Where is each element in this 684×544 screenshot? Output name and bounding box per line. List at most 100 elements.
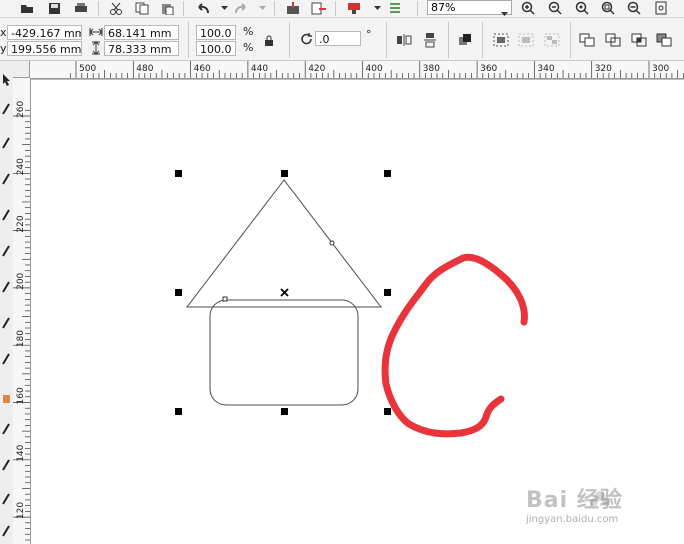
undo-icon[interactable] [195,0,211,16]
height-field[interactable]: 78.333 mm [104,41,179,56]
zoom-tool-icon[interactable] [0,171,13,187]
zoom-out-icon[interactable] [547,0,563,16]
ruler-tick-label: 500 [79,64,96,74]
ungroup-icon[interactable] [518,32,534,48]
ruler-tick-label: 180 [16,330,26,347]
zoom-level-value: 87% [431,1,456,14]
fill-tool-icon[interactable] [0,391,13,407]
eyedropper-tool-icon[interactable] [0,491,13,507]
zoom-in-icon[interactable] [520,0,536,16]
zoom-width-icon[interactable] [626,0,642,16]
lock-ratio-icon[interactable] [261,33,277,49]
scale-x-unit: % [243,25,254,38]
selection-handle-middle-left[interactable] [175,289,182,296]
ruler-tick-label: 140 [16,444,26,461]
mesh-fill-tool-icon[interactable] [0,523,13,539]
width-field[interactable]: 68.141 mm [104,25,179,40]
ruler-tick-label: 300 [652,64,669,74]
drawing-canvas[interactable] [31,79,684,544]
options-icon[interactable] [387,0,403,16]
crop-tool-icon[interactable] [0,135,13,151]
pick-tool-icon[interactable] [0,71,13,87]
paste-icon[interactable] [159,0,175,16]
export-icon[interactable] [311,0,327,16]
redo-icon[interactable] [233,0,249,16]
publish-icon[interactable] [346,0,362,16]
position-y-field[interactable]: 199.556 mm [7,41,82,56]
rectangle-tool-icon[interactable] [0,279,13,295]
shape-tool-icon[interactable] [0,101,13,117]
ruler-tick-label: 160 [16,387,26,404]
ruler-tick-label: 320 [595,64,612,74]
rounded-rectangle-shape[interactable] [209,299,359,406]
position-x-field[interactable]: -429.167 mm [7,25,82,40]
property-bar: x: -429.167 mm y: 199.556 mm 68.141 mm 7… [0,18,684,61]
zoom-fit-icon[interactable] [574,0,590,16]
mirror-h-icon[interactable] [396,32,412,48]
selection-handle-bottom-left[interactable] [175,408,182,415]
weld-icon[interactable] [579,32,595,48]
scale-y-field[interactable]: 100.0 [196,41,236,56]
watermark-brand: Bai 经验 [526,488,623,513]
node-handle[interactable] [329,240,335,246]
zoom-level-select[interactable]: 87% [427,0,512,16]
ellipse-tool-icon[interactable] [0,315,13,331]
zoom-height-icon[interactable] [653,0,669,16]
redo-dropdown-icon [254,0,270,16]
ruler-tick-label: 440 [251,64,268,74]
ruler-origin-corner[interactable] [13,61,30,78]
selection-center-icon[interactable] [280,288,289,297]
ruler-tick-label: 340 [537,64,554,74]
selection-handle-middle-right[interactable] [384,289,391,296]
rotation-field[interactable]: .0 [315,31,361,46]
to-front-icon[interactable] [457,32,473,48]
smart-fill-tool-icon[interactable] [0,243,13,259]
outline-tool-icon[interactable] [0,421,13,437]
selection-handle-top-right[interactable] [384,170,391,177]
save-icon[interactable] [46,0,62,16]
selection-handle-bottom-right[interactable] [384,408,391,415]
selection-handle-top-middle[interactable] [281,170,288,177]
ruler-tick-label: 360 [480,64,497,74]
intersect-icon[interactable] [631,32,647,48]
trim-icon[interactable] [605,32,621,48]
ungroup-all-icon[interactable] [544,32,560,48]
toolbox [0,61,14,544]
selection-handle-top-left[interactable] [175,170,182,177]
interactive-fill-tool-icon[interactable] [0,457,13,473]
copy-icon[interactable] [134,0,150,16]
group-icon[interactable] [493,32,509,48]
triangle-shape[interactable] [185,179,383,308]
standard-toolbar: 87% [0,0,684,18]
ruler-tick-label: 480 [136,64,153,74]
ruler-tick-label: 120 [16,502,26,519]
ruler-tick-label: 420 [308,64,325,74]
node-handle[interactable] [222,296,228,302]
ruler-tick-label: 200 [16,272,26,289]
ruler-tick-label: 400 [366,64,383,74]
vertical-ruler[interactable]: 260 240 220 200 180 160 140 120 [13,78,31,544]
import-icon[interactable] [285,0,301,16]
freehand-tool-icon[interactable] [0,207,13,223]
rotation-unit: ° [366,28,372,41]
mirror-v-icon[interactable] [422,32,438,48]
open-icon[interactable] [19,0,35,16]
zoom-page-icon[interactable] [600,0,616,16]
polygon-tool-icon[interactable] [0,351,13,367]
cut-icon[interactable] [108,0,124,16]
horizontal-ruler[interactable]: 500 480 460 440 420 400 380 360 340 320 300 [30,61,684,79]
selection-handles[interactable] [175,170,391,415]
ruler-tick-label: 220 [16,215,26,232]
watermark: Bai 经验 jingyan.baidu.com [524,484,684,544]
ruler-tick-label: 260 [16,101,26,118]
ruler-tick-label: 380 [423,64,440,74]
undo-dropdown-icon[interactable] [216,0,232,16]
print-icon[interactable] [73,0,89,16]
scale-x-field[interactable]: 100.0 [196,25,236,40]
watermark-url: jingyan.baidu.com [526,514,619,525]
selection-handle-bottom-middle[interactable] [281,408,288,415]
simplify-icon[interactable] [656,32,672,48]
red-freehand-stroke[interactable] [381,253,528,438]
rotate-icon [299,31,315,47]
publish-dropdown-icon[interactable] [369,0,385,16]
